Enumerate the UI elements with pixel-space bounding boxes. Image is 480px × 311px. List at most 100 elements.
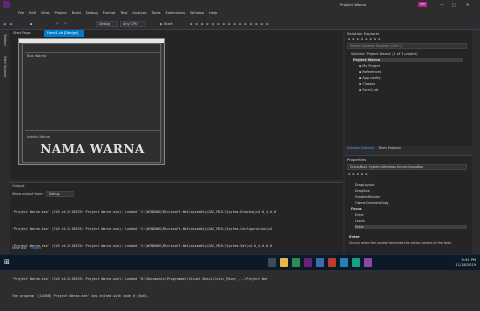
output-line: 'Project Warna.exe' (CLR v4.0.30319: Pro… [12,226,273,231]
menu-tools[interactable]: Tools [152,9,161,18]
menu-extensions[interactable]: Extensions [165,9,185,18]
output-line: 'Project Warna.exe' (CLR v4.0.30319: Pro… [12,210,276,215]
tree-label: Solution 'Project Warna' (1 of 1 project… [351,52,418,56]
tree-label: App.config [362,76,381,80]
undo-icon[interactable]: ↶ [56,18,59,30]
back-icon[interactable]: ◀ [3,18,6,30]
property-row-selected[interactable]: Enter [355,225,467,229]
tree-label: My Project [362,64,381,68]
menu-project[interactable]: Project [55,9,67,18]
browser-icon[interactable] [292,258,300,267]
redo-icon[interactable]: ↷ [64,18,67,30]
maximize-icon[interactable]: □ [452,0,456,9]
tree-item-references[interactable]: ▪ References [359,70,381,74]
solution-explorer: Solution Explorer ▪▪▪▪▪▪▪▪ Search Soluti… [345,30,472,150]
toolbar: ◀ ▶ ▪ ↶ ↷ Debug Any CPU ▶ Start ▪▪▪▪▪▪▪▪… [0,18,480,30]
solution-search-input[interactable]: Search Solution Explorer (Ctrl+;) [347,43,467,49]
menu-test[interactable]: Test [120,9,127,18]
toolbox-tab[interactable]: Toolbox [1,34,7,46]
property-row[interactable]: DragLayout [355,183,374,187]
output-line: The program '[14400] Project Warna.exe' … [12,294,149,299]
menu-debug[interactable]: Debug [86,9,98,18]
start-button[interactable]: ▶ Start [160,18,173,30]
group-top-divider [25,52,160,53]
tab-error-list[interactable]: Error List [12,246,26,250]
menu-edit[interactable]: Edit [29,9,36,18]
color-mixer-app-icon[interactable] [316,258,324,267]
app-icon[interactable] [364,258,372,267]
output-line: 'Project Warna.exe' (CLR v4.0.30319: Pro… [12,277,269,282]
config-dropdown[interactable]: Debug [96,21,118,27]
group-box[interactable]: Box Warna Indeks Warna NAMA WARNA [22,43,161,163]
data-sources-tab[interactable]: Data Sources [1,56,7,77]
property-row[interactable]: GradientBorder [355,195,380,199]
windows-start-icon[interactable]: ⊞ [4,258,10,266]
output-source-dropdown[interactable]: Debug [46,191,74,197]
forward-icon[interactable]: ▶ [10,18,13,30]
output-source-value: Debug [49,192,60,196]
tree-label: Project Warna [353,58,381,62]
group-box-caption: Box Warna [27,54,47,58]
properties-object-value: GroupBox1 System.Windows.Forms.GroupBox [350,165,424,169]
tree-item-form1[interactable]: ▪ Form1.vb [359,88,378,92]
property-row[interactable]: Leave [355,219,365,223]
tab-team-explorer[interactable]: Team Explorer [378,146,401,150]
property-row[interactable]: Focus [351,207,362,211]
right-tool-strip [472,30,480,254]
visual-studio-icon[interactable] [304,258,312,267]
minimize-icon[interactable]: — [440,0,444,9]
save-icon[interactable]: ▪ [30,18,32,30]
window-title: Project Warna [340,2,367,7]
output-title: Output [12,184,25,188]
app-icon[interactable] [340,258,348,267]
tab-start-page-label: Start Page [13,31,31,35]
menu-window[interactable]: Window [190,9,204,18]
tab-solution-explorer[interactable]: Solution Explorer [347,146,374,150]
config-value: Debug [99,22,111,26]
output-tabs: Error List Output [12,246,41,250]
solution-search-placeholder: Search Solution Explorer (Ctrl+;) [350,44,403,48]
se-bottom-tabs: Solution Explorer Team Explorer [347,146,401,150]
tab-form1-design-label: Form1.vb [Design] [47,31,79,35]
tree-label: Classes [362,82,376,86]
app-icon[interactable] [328,258,336,267]
designed-form[interactable]: Box Warna Indeks Warna NAMA WARNA [18,38,165,165]
user-badge[interactable]: SM [418,2,427,7]
tree-item-solution[interactable]: Solution 'Project Warna' (1 of 1 project… [351,52,418,56]
menu-analyze[interactable]: Analyze [132,9,146,18]
taskbar: ⊞ 9:42 PM 11/18/2019 [0,254,480,270]
tab-start-page[interactable]: Start Page [10,30,40,37]
output-line: 'Project Warna.exe' (CLR v4.0.30319: Pro… [12,243,273,248]
platform-value: Any CPU [123,22,138,26]
app-icon[interactable] [352,258,360,267]
index-label[interactable]: Indeks Warna [27,135,50,139]
properties-panel: Properties GroupBox1 System.Windows.Form… [345,155,472,254]
property-row[interactable]: OwnerContextsDrag [355,201,388,205]
close-icon[interactable]: ✕ [466,0,469,9]
tab-output[interactable]: Output [30,246,41,250]
tree-item-project[interactable]: Project Warna [353,58,463,62]
properties-object-dropdown[interactable]: GroupBox1 System.Windows.Forms.GroupBox [347,164,467,170]
solution-explorer-title: Solution Explorer [347,31,380,36]
tree-item-app-config[interactable]: ▪ App.config [359,76,380,80]
menu-view[interactable]: View [41,9,50,18]
properties-title: Properties [347,157,367,162]
user-badge-label: SM [420,2,425,6]
taskview-icon[interactable] [268,258,276,267]
color-name-label[interactable]: NAMA WARNA [23,142,162,156]
platform-dropdown[interactable]: Any CPU [120,21,146,27]
tree-item-classes[interactable]: ▪ Classes [359,82,375,86]
menu-help[interactable]: Help [209,9,217,18]
system-clock[interactable]: 9:42 PM 11/18/2019 [455,258,476,267]
menu-file[interactable]: File [18,9,24,18]
tab-form1-design[interactable]: Form1.vb [Design] [44,30,84,37]
menu-build[interactable]: Build [72,9,81,18]
property-row[interactable]: Enter [355,213,364,217]
menu-format[interactable]: Format [103,9,116,18]
property-row[interactable]: DragSize [355,189,370,193]
vs-logo-icon [3,1,10,8]
property-description-text: Occurs when the control becomes the acti… [349,241,453,245]
clock-date: 11/18/2019 [455,262,476,267]
tree-item-my-project[interactable]: ▪ My Project [359,64,380,68]
explorer-icon[interactable] [280,258,288,267]
